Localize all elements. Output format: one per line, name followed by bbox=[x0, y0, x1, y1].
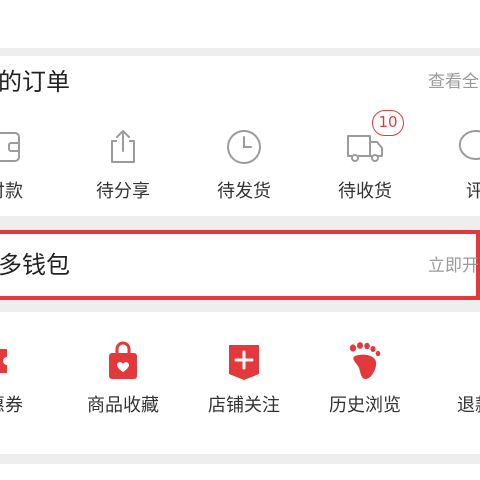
wallet-activate-link[interactable]: 立即开 bbox=[428, 258, 479, 275]
refund-icon bbox=[455, 341, 480, 381]
order-item-label: 待发货 bbox=[217, 181, 271, 202]
top-card-edge bbox=[0, 0, 480, 48]
order-item-label: 评 bbox=[466, 181, 480, 202]
service-item-refund[interactable]: 退款 bbox=[425, 341, 480, 431]
wallet-title: 多钱包 bbox=[0, 251, 70, 279]
orders-title: 的订单 bbox=[0, 68, 70, 96]
order-item-pending-payment[interactable]: 付款 bbox=[0, 127, 55, 217]
order-item-to-share[interactable]: 待分享 bbox=[73, 127, 173, 217]
clock-icon bbox=[227, 130, 261, 164]
order-item-label: 待分享 bbox=[96, 181, 150, 202]
service-item-store-follow[interactable]: 店铺关注 bbox=[194, 341, 294, 431]
order-item-label: 付款 bbox=[0, 181, 23, 202]
wallet-icon bbox=[0, 132, 20, 162]
service-item-coupons[interactable]: 惠券 bbox=[0, 341, 55, 431]
order-item-to-receive[interactable]: 待收货 bbox=[315, 127, 415, 217]
service-item-history[interactable]: 历史浏览 bbox=[315, 341, 415, 431]
service-item-label: 店铺关注 bbox=[208, 395, 280, 416]
coupon-icon bbox=[0, 349, 7, 373]
order-item-to-ship[interactable]: 待发货 bbox=[194, 127, 294, 217]
to-receive-count-badge: 10 bbox=[372, 110, 404, 136]
favorites-bag-icon bbox=[109, 341, 137, 379]
order-item-review[interactable]: 评 bbox=[425, 127, 480, 217]
order-item-label: 待收货 bbox=[338, 181, 392, 202]
bottom-card-edge bbox=[0, 464, 480, 480]
view-all-orders-link[interactable]: 查看全 bbox=[428, 74, 479, 91]
wallet-row[interactable] bbox=[0, 230, 480, 300]
service-item-favorites[interactable]: 商品收藏 bbox=[73, 341, 173, 431]
service-item-label: 商品收藏 bbox=[87, 395, 159, 416]
footprint-icon bbox=[349, 342, 381, 379]
service-item-label: 历史浏览 bbox=[329, 395, 401, 416]
service-item-label: 惠券 bbox=[0, 395, 23, 416]
share-icon bbox=[111, 130, 135, 163]
store-follow-icon bbox=[229, 345, 259, 380]
comment-icon bbox=[458, 129, 480, 160]
service-item-label: 退款 bbox=[457, 395, 480, 416]
